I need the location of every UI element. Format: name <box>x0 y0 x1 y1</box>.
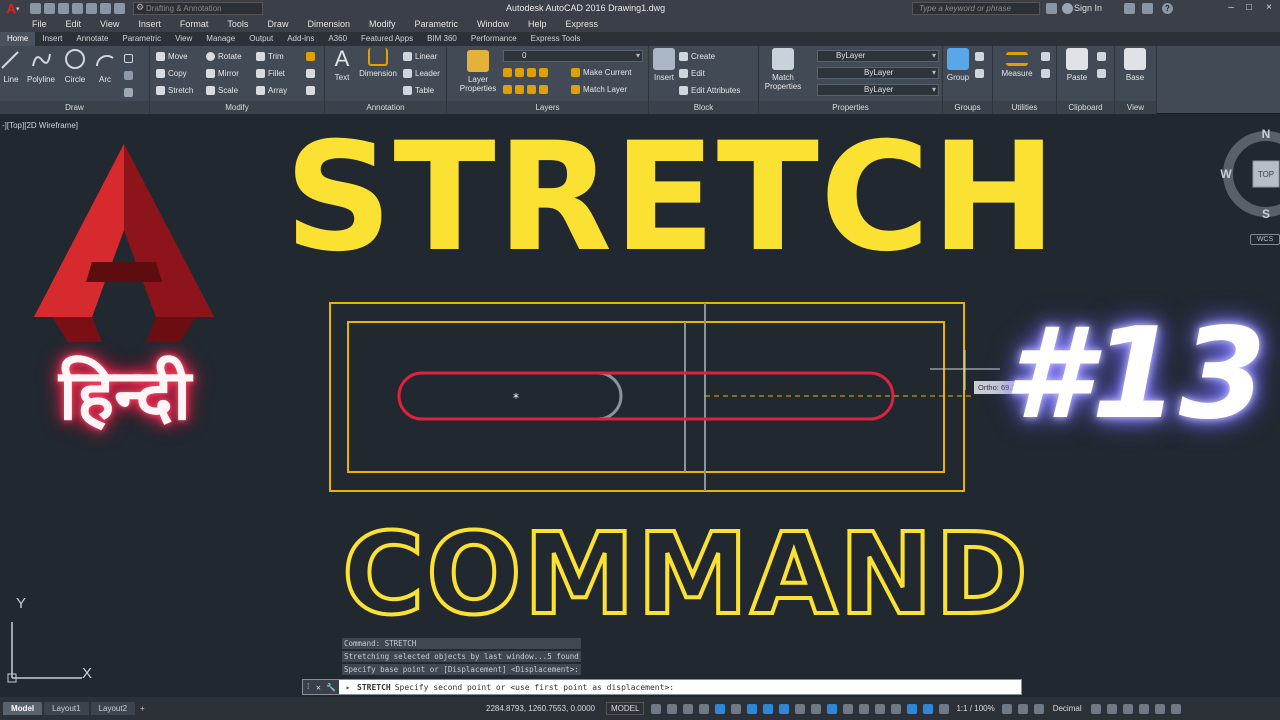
episode-number: #13 <box>1003 300 1267 447</box>
model-space-button[interactable]: MODEL <box>606 702 645 715</box>
layout-tab-model[interactable]: Model <box>3 702 43 715</box>
annotation-scale-icon[interactable] <box>939 703 950 714</box>
cursor-coordinates: 2284.8793, 1260.7553, 0.0000 <box>486 704 595 713</box>
gizmo-icon[interactable] <box>891 703 902 714</box>
dynamic-ucs-icon[interactable] <box>859 703 870 714</box>
command-line-controls: ⁞ ✕ 🔧 <box>303 680 339 694</box>
headline-stretch: STRETCH <box>284 111 1058 285</box>
lineweight-icon[interactable] <box>795 703 806 714</box>
units-selector[interactable]: Decimal <box>1053 704 1082 713</box>
selection-cycling-icon[interactable] <box>827 703 838 714</box>
command-history-line: Specify base point or [Displacement] <Di… <box>342 664 581 675</box>
customize-icon[interactable]: 🔧 <box>326 683 336 692</box>
status-bar: 2284.8793, 1260.7553, 0.0000 MODEL 1:1 /… <box>480 697 1280 720</box>
command-history-line: Stretching selected objects by last wind… <box>342 651 581 662</box>
selection-filter-icon[interactable] <box>875 703 886 714</box>
object-snap-tracking-icon[interactable] <box>763 703 774 714</box>
snap-icon[interactable] <box>667 703 678 714</box>
stretched-slot <box>397 371 895 421</box>
command-line[interactable]: ⁞ ✕ 🔧 ▸ STRETCH Specify second point or <u… <box>302 679 1022 695</box>
polar-tracking-icon[interactable] <box>731 703 742 714</box>
ucs-x-label: X <box>82 665 92 682</box>
workspace-switching-icon[interactable] <box>1001 703 1012 714</box>
infer-constraints-icon[interactable] <box>683 703 694 714</box>
annotation-scale[interactable]: 1:1 / 100% <box>956 704 994 713</box>
command-prompt-text: Specify second point or <use first point… <box>394 682 675 692</box>
base-point-marker: * <box>513 391 519 405</box>
viewcube-face[interactable]: TOP <box>1258 170 1274 179</box>
layout-tabs: Model Layout1 Layout2 + <box>0 697 480 720</box>
transparency-icon[interactable] <box>811 703 822 714</box>
quick-properties-icon[interactable] <box>1090 703 1101 714</box>
outer-rectangle <box>329 302 965 492</box>
ortho-icon[interactable] <box>715 703 726 714</box>
auto-scale-icon[interactable] <box>923 703 934 714</box>
dynamic-input-icon[interactable] <box>699 703 710 714</box>
annotation-visibility-icon[interactable] <box>907 703 918 714</box>
plus-icon[interactable] <box>1017 703 1028 714</box>
3d-osnap-icon[interactable] <box>843 703 854 714</box>
grid-icon[interactable] <box>651 703 662 714</box>
viewcube[interactable]: TOP N S W <box>1220 128 1280 220</box>
close-command-icon[interactable]: ✕ <box>316 683 321 692</box>
ucs-icon: Y X <box>7 595 92 683</box>
inner-rectangle <box>347 321 945 473</box>
compass-west[interactable]: W <box>1220 167 1232 181</box>
add-layout-icon[interactable]: + <box>140 704 145 713</box>
isolate-objects-icon[interactable] <box>1122 703 1133 714</box>
command-prompt-icon[interactable]: ▸ <box>339 683 357 692</box>
compass-south[interactable]: S <box>1262 207 1270 220</box>
layout-tab-layout1[interactable]: Layout1 <box>44 702 89 715</box>
command-history-line: Command: STRETCH <box>342 638 581 649</box>
headline-command: COMMAND <box>340 510 1030 640</box>
object-snap-icon[interactable] <box>779 703 790 714</box>
lock-ui-icon[interactable] <box>1106 703 1117 714</box>
hardware-acceleration-icon[interactable] <box>1138 703 1149 714</box>
isodraft-icon[interactable] <box>747 703 758 714</box>
command-history: Command: STRETCH Stretching selected obje… <box>342 638 581 677</box>
command-keyword: STRETCH <box>357 682 391 692</box>
annotation-monitor-icon[interactable] <box>1033 703 1044 714</box>
drag-handle-icon[interactable]: ⁞ <box>306 682 311 692</box>
autocad-logo-icon <box>34 144 214 342</box>
layout-tab-layout2[interactable]: Layout2 <box>90 702 136 715</box>
clean-screen-icon[interactable] <box>1154 703 1165 714</box>
wcs-menu[interactable]: WCS <box>1250 234 1280 245</box>
ucs-y-label: Y <box>16 595 26 612</box>
hindi-label: हिन्दी <box>58 354 192 436</box>
original-slot-end <box>597 371 623 421</box>
customization-icon[interactable] <box>1170 703 1181 714</box>
compass-north[interactable]: N <box>1262 128 1271 141</box>
